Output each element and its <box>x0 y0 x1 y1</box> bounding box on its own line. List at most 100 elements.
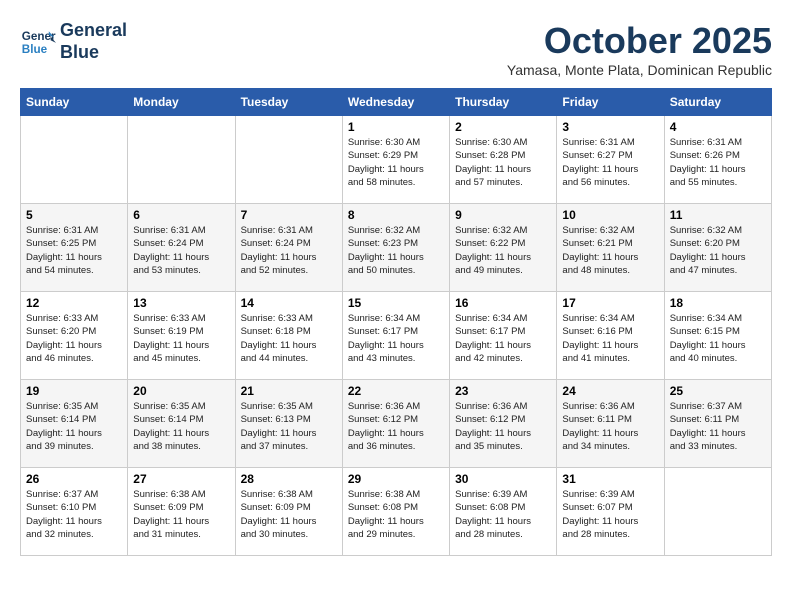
day-info: Sunrise: 6:34 AM Sunset: 6:15 PM Dayligh… <box>670 312 766 365</box>
day-number: 4 <box>670 120 766 134</box>
calendar-cell: 14 Sunrise: 6:33 AM Sunset: 6:18 PM Dayli… <box>235 292 342 380</box>
calendar-cell: 26Sunrise: 6:37 AM Sunset: 6:10 PM Dayli… <box>21 468 128 556</box>
day-info: Sunrise: 6:32 AM Sunset: 6:22 PM Dayligh… <box>455 224 551 277</box>
day-number: 27 <box>133 472 229 486</box>
day-info: Sunrise: 6:33 AM Sunset: 6:18 PM Dayligh… <box>241 312 337 365</box>
logo: General Blue GeneralBlue <box>20 20 127 63</box>
day-number: 11 <box>670 208 766 222</box>
logo-blue: Blue <box>60 42 99 62</box>
day-info: Sunrise: 6:33 AM Sunset: 6:20 PM Dayligh… <box>26 312 122 365</box>
calendar-cell: 7 Sunrise: 6:31 AM Sunset: 6:24 PM Daylig… <box>235 204 342 292</box>
day-number: 24 <box>562 384 658 398</box>
day-number: 14 <box>241 296 337 310</box>
day-info: Sunrise: 6:32 AM Sunset: 6:23 PM Dayligh… <box>348 224 444 277</box>
day-info: Sunrise: 6:30 AM Sunset: 6:29 PM Dayligh… <box>348 136 444 189</box>
day-number: 28 <box>241 472 337 486</box>
day-number: 17 <box>562 296 658 310</box>
calendar-week-4: 19 Sunrise: 6:35 AM Sunset: 6:14 PM Dayli… <box>21 380 772 468</box>
calendar-cell: 20 Sunrise: 6:35 AM Sunset: 6:14 PM Dayli… <box>128 380 235 468</box>
day-number: 10 <box>562 208 658 222</box>
calendar-cell: 4 Sunrise: 6:31 AM Sunset: 6:26 PM Daylig… <box>664 116 771 204</box>
day-info: Sunrise: 6:32 AM Sunset: 6:21 PM Dayligh… <box>562 224 658 277</box>
calendar-cell: 8 Sunrise: 6:32 AM Sunset: 6:23 PM Daylig… <box>342 204 449 292</box>
calendar-cell: 31 Sunrise: 6:39 AM Sunset: 6:07 PM Dayli… <box>557 468 664 556</box>
calendar-cell: 5Sunrise: 6:31 AM Sunset: 6:25 PM Daylig… <box>21 204 128 292</box>
weekday-header-sunday: Sunday <box>21 89 128 116</box>
day-info: Sunrise: 6:30 AM Sunset: 6:28 PM Dayligh… <box>455 136 551 189</box>
day-number: 7 <box>241 208 337 222</box>
calendar-cell: 12 Sunrise: 6:33 AM Sunset: 6:20 PM Dayli… <box>21 292 128 380</box>
day-number: 31 <box>562 472 658 486</box>
weekday-header-row: SundayMondayTuesdayWednesdayThursdayFrid… <box>21 89 772 116</box>
calendar-week-5: 26Sunrise: 6:37 AM Sunset: 6:10 PM Dayli… <box>21 468 772 556</box>
day-info: Sunrise: 6:34 AM Sunset: 6:16 PM Dayligh… <box>562 312 658 365</box>
day-info: Sunrise: 6:36 AM Sunset: 6:12 PM Dayligh… <box>348 400 444 453</box>
day-info: Sunrise: 6:38 AM Sunset: 6:08 PM Dayligh… <box>348 488 444 541</box>
logo-text: GeneralBlue <box>60 20 127 63</box>
day-number: 23 <box>455 384 551 398</box>
day-info: Sunrise: 6:36 AM Sunset: 6:12 PM Dayligh… <box>455 400 551 453</box>
calendar-cell: 1 Sunrise: 6:30 AM Sunset: 6:29 PM Daylig… <box>342 116 449 204</box>
calendar-cell: 29 Sunrise: 6:38 AM Sunset: 6:08 PM Dayli… <box>342 468 449 556</box>
day-number: 25 <box>670 384 766 398</box>
day-info: Sunrise: 6:33 AM Sunset: 6:19 PM Dayligh… <box>133 312 229 365</box>
day-number: 29 <box>348 472 444 486</box>
day-number: 18 <box>670 296 766 310</box>
calendar-cell: 9 Sunrise: 6:32 AM Sunset: 6:22 PM Daylig… <box>450 204 557 292</box>
month-title: October 2025 <box>507 20 772 62</box>
day-info: Sunrise: 6:39 AM Sunset: 6:08 PM Dayligh… <box>455 488 551 541</box>
calendar-cell <box>21 116 128 204</box>
calendar-cell: 16Sunrise: 6:34 AM Sunset: 6:17 PM Dayli… <box>450 292 557 380</box>
logo-icon: General Blue <box>20 24 56 60</box>
weekday-header-friday: Friday <box>557 89 664 116</box>
calendar-cell: 3 Sunrise: 6:31 AM Sunset: 6:27 PM Daylig… <box>557 116 664 204</box>
day-number: 22 <box>348 384 444 398</box>
day-number: 16 <box>455 296 551 310</box>
day-info: Sunrise: 6:35 AM Sunset: 6:14 PM Dayligh… <box>133 400 229 453</box>
day-info: Sunrise: 6:39 AM Sunset: 6:07 PM Dayligh… <box>562 488 658 541</box>
calendar-cell: 2 Sunrise: 6:30 AM Sunset: 6:28 PM Daylig… <box>450 116 557 204</box>
day-number: 1 <box>348 120 444 134</box>
day-number: 2 <box>455 120 551 134</box>
calendar-week-2: 5Sunrise: 6:31 AM Sunset: 6:25 PM Daylig… <box>21 204 772 292</box>
calendar-table: SundayMondayTuesdayWednesdayThursdayFrid… <box>20 88 772 556</box>
day-info: Sunrise: 6:38 AM Sunset: 6:09 PM Dayligh… <box>241 488 337 541</box>
calendar-cell: 28 Sunrise: 6:38 AM Sunset: 6:09 PM Dayli… <box>235 468 342 556</box>
day-number: 21 <box>241 384 337 398</box>
calendar-cell: 18 Sunrise: 6:34 AM Sunset: 6:15 PM Dayli… <box>664 292 771 380</box>
day-info: Sunrise: 6:31 AM Sunset: 6:27 PM Dayligh… <box>562 136 658 189</box>
day-number: 30 <box>455 472 551 486</box>
calendar-cell <box>235 116 342 204</box>
svg-text:Blue: Blue <box>22 42 48 55</box>
weekday-header-thursday: Thursday <box>450 89 557 116</box>
day-number: 13 <box>133 296 229 310</box>
day-number: 6 <box>133 208 229 222</box>
svg-text:General: General <box>22 30 56 43</box>
day-number: 19 <box>26 384 122 398</box>
day-info: Sunrise: 6:36 AM Sunset: 6:11 PM Dayligh… <box>562 400 658 453</box>
day-number: 15 <box>348 296 444 310</box>
calendar-cell <box>664 468 771 556</box>
logo-general: General <box>60 20 127 40</box>
title-area: October 2025 Yamasa, Monte Plata, Domini… <box>507 20 772 78</box>
weekday-header-monday: Monday <box>128 89 235 116</box>
weekday-header-saturday: Saturday <box>664 89 771 116</box>
calendar-cell: 6Sunrise: 6:31 AM Sunset: 6:24 PM Daylig… <box>128 204 235 292</box>
day-info: Sunrise: 6:31 AM Sunset: 6:24 PM Dayligh… <box>241 224 337 277</box>
day-info: Sunrise: 6:37 AM Sunset: 6:10 PM Dayligh… <box>26 488 122 541</box>
day-info: Sunrise: 6:31 AM Sunset: 6:26 PM Dayligh… <box>670 136 766 189</box>
calendar-cell: 19 Sunrise: 6:35 AM Sunset: 6:14 PM Dayli… <box>21 380 128 468</box>
day-number: 20 <box>133 384 229 398</box>
day-info: Sunrise: 6:35 AM Sunset: 6:14 PM Dayligh… <box>26 400 122 453</box>
day-number: 5 <box>26 208 122 222</box>
day-number: 12 <box>26 296 122 310</box>
calendar-week-1: 1 Sunrise: 6:30 AM Sunset: 6:29 PM Daylig… <box>21 116 772 204</box>
day-number: 8 <box>348 208 444 222</box>
day-info: Sunrise: 6:34 AM Sunset: 6:17 PM Dayligh… <box>348 312 444 365</box>
calendar-cell: 17 Sunrise: 6:34 AM Sunset: 6:16 PM Dayli… <box>557 292 664 380</box>
day-number: 9 <box>455 208 551 222</box>
weekday-header-wednesday: Wednesday <box>342 89 449 116</box>
day-number: 3 <box>562 120 658 134</box>
calendar-cell: 24 Sunrise: 6:36 AM Sunset: 6:11 PM Dayli… <box>557 380 664 468</box>
calendar-cell: 23 Sunrise: 6:36 AM Sunset: 6:12 PM Dayli… <box>450 380 557 468</box>
